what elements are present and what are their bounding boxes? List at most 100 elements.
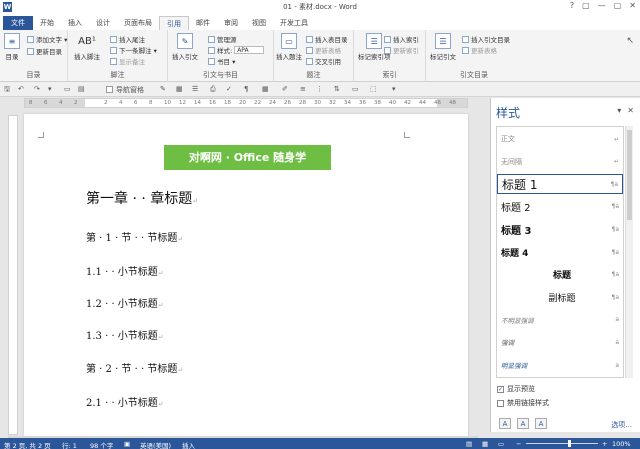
- word-count[interactable]: 98 个字: [90, 440, 113, 449]
- heading-h3[interactable]: 1.3 · · 小节标题↵: [86, 327, 164, 342]
- insert-caption-button[interactable]: ▭ 插入题注: [276, 33, 302, 61]
- undo-icon[interactable]: ↶: [18, 85, 24, 93]
- style-item[interactable]: 标题 1 ¶a: [497, 174, 623, 195]
- web-layout-icon[interactable]: ▭: [498, 440, 504, 448]
- heading-h3[interactable]: 1.2 · · 小节标题↵: [86, 295, 164, 310]
- toc-button[interactable]: ≡ 目录: [4, 33, 20, 61]
- update-toc-button[interactable]: 更新目录: [27, 46, 62, 56]
- tab-review[interactable]: 审阅: [217, 16, 245, 30]
- disable-linked-checkbox[interactable]: [497, 399, 504, 407]
- disable-linked-row[interactable]: 禁用链接样式: [497, 398, 549, 408]
- redo-icon[interactable]: ↷: [34, 85, 40, 93]
- heading-h3[interactable]: 1.1 · · 小节标题↵: [86, 263, 164, 278]
- page-count[interactable]: 第 2 页, 共 2 页: [4, 440, 51, 449]
- more-icon[interactable]: ▾: [392, 85, 396, 93]
- style-list-scrollbar[interactable]: [625, 126, 633, 378]
- heading-h2[interactable]: 第 · 1 · 节 · · 节标题↵: [86, 229, 183, 244]
- tab-references[interactable]: 引用: [159, 16, 189, 30]
- pane-options-icon[interactable]: ▾: [617, 106, 621, 115]
- style-item[interactable]: 无间隔 ↵: [497, 152, 623, 172]
- tab-developer[interactable]: 开发工具: [273, 16, 315, 30]
- show-preview-checkbox[interactable]: ✓: [497, 385, 504, 393]
- style-item[interactable]: 标题 2 ¶a: [497, 197, 623, 217]
- track-changes-icon[interactable]: ✐: [282, 85, 288, 93]
- style-item[interactable]: 正文 ↵: [497, 129, 623, 149]
- paragraph-icon[interactable]: ¶: [244, 85, 248, 93]
- scrollbar-thumb[interactable]: [627, 130, 632, 220]
- minimize-icon[interactable]: —: [598, 1, 606, 10]
- insert-icon[interactable]: ▭: [352, 85, 359, 93]
- tab-mailings[interactable]: 邮件: [189, 16, 217, 30]
- open-icon[interactable]: ▤: [78, 85, 85, 93]
- insert-footnote-button[interactable]: AB¹ 插入脚注: [74, 33, 100, 62]
- print-preview-icon[interactable]: ⎙: [210, 85, 216, 94]
- nav-pane-checkbox[interactable]: [106, 86, 113, 93]
- tab-view[interactable]: 视图: [245, 16, 273, 30]
- tab-layout[interactable]: 页面布局: [117, 16, 159, 30]
- zoom-in-icon[interactable]: +: [602, 440, 607, 448]
- citation-style-select[interactable]: 样式: APA: [208, 45, 265, 55]
- pane-close-icon[interactable]: ✕: [627, 106, 634, 115]
- heading-h3[interactable]: 2.1 · · 小节标题↵: [86, 394, 164, 409]
- insert-citation-button[interactable]: ✎ 插入引文: [172, 33, 198, 61]
- proofing-icon[interactable]: ▣: [124, 440, 130, 448]
- show-preview-row[interactable]: ✓ 显示预览: [497, 384, 535, 394]
- tab-home[interactable]: 开始: [33, 16, 61, 30]
- read-mode-icon[interactable]: ▤: [466, 440, 472, 448]
- options-link[interactable]: 选项...: [611, 420, 632, 430]
- mark-citation-button[interactable]: ☰ 标记引文: [430, 33, 456, 61]
- style-item[interactable]: 标题 ¶a: [497, 265, 623, 285]
- zoom-out-icon[interactable]: −: [516, 440, 521, 448]
- style-inspector-button[interactable]: A: [517, 418, 529, 429]
- draw-table-icon[interactable]: ▦: [262, 85, 269, 93]
- bullets-icon[interactable]: ⋮: [316, 85, 323, 93]
- print-layout-icon[interactable]: ▦: [482, 440, 488, 448]
- tab-insert[interactable]: 插入: [61, 16, 89, 30]
- help-icon[interactable]: ?: [570, 1, 574, 10]
- update-table-button[interactable]: 更新表格: [306, 45, 341, 55]
- list-icon[interactable]: ☰: [192, 85, 198, 93]
- insert-index-button[interactable]: 插入索引: [384, 34, 419, 44]
- ribbon-display-icon[interactable]: ▢: [582, 1, 590, 10]
- update-authorities-button[interactable]: 更新表格: [462, 45, 497, 55]
- close-icon[interactable]: ✕: [629, 1, 636, 10]
- insert-endnote-button[interactable]: 插入尾注: [110, 34, 145, 44]
- screenshot-icon[interactable]: ⬚: [370, 85, 377, 93]
- document-page[interactable]: 对啊网 · Office 随身学 第一章 · · 章标题↵ 第 · 1 · 节 ·…: [24, 114, 468, 436]
- add-text-button[interactable]: 添加文字 ▾: [27, 34, 67, 44]
- update-index-button[interactable]: 更新索引: [384, 45, 419, 55]
- customize-icon[interactable]: ▾: [48, 85, 52, 93]
- next-footnote-button[interactable]: 下一条脚注 ▾: [110, 45, 157, 55]
- zoom-slider[interactable]: [526, 443, 598, 444]
- manage-styles-button[interactable]: A: [535, 418, 547, 429]
- format-painter-icon[interactable]: ✎: [160, 85, 166, 93]
- style-item[interactable]: 副标题 ¶a: [497, 287, 623, 307]
- heading-h1[interactable]: 第一章 · · 章标题↵: [86, 188, 198, 208]
- language[interactable]: 英语(美国): [140, 440, 171, 449]
- spell-check-icon[interactable]: ✓: [226, 85, 232, 93]
- align-icon[interactable]: ≡: [300, 85, 306, 93]
- heading-h2[interactable]: 第 · 2 · 节 · · 节标题↵: [86, 360, 183, 375]
- manage-sources-button[interactable]: 管理源: [208, 34, 237, 44]
- style-item[interactable]: 不明显强调 a: [497, 310, 623, 330]
- style-item[interactable]: 标题 4 ¶a: [497, 242, 623, 262]
- tab-file[interactable]: 文件: [3, 16, 33, 30]
- zoom-level[interactable]: 100%: [612, 440, 631, 448]
- table-icon[interactable]: ▦: [176, 85, 183, 93]
- cross-reference-button[interactable]: 交叉引用: [306, 56, 341, 66]
- insert-mode[interactable]: 插入: [182, 440, 195, 449]
- style-item[interactable]: 标题 3 ¶a: [497, 219, 623, 239]
- bibliography-button[interactable]: 书目 ▾: [208, 56, 235, 66]
- horizontal-ruler[interactable]: 8 6 4 2 2 4 6 8 10 12 14 16 18 20 22 24 26 28 30 32 34 36 38 40…: [24, 98, 468, 108]
- style-item[interactable]: 强调 a: [497, 332, 623, 352]
- show-notes-button[interactable]: 显示备注: [110, 56, 145, 66]
- insert-authorities-button[interactable]: 插入引文目录: [462, 34, 510, 44]
- sort-icon[interactable]: ⇅: [334, 85, 340, 93]
- new-style-button[interactable]: A: [499, 418, 511, 429]
- new-doc-icon[interactable]: ▭: [64, 85, 71, 93]
- zoom-slider-thumb[interactable]: [568, 440, 571, 447]
- maximize-icon[interactable]: ▢: [614, 1, 622, 10]
- style-item[interactable]: 明显强调 a: [497, 355, 623, 375]
- insert-table-of-figures-button[interactable]: 插入表目录: [306, 34, 348, 44]
- tab-design[interactable]: 设计: [89, 16, 117, 30]
